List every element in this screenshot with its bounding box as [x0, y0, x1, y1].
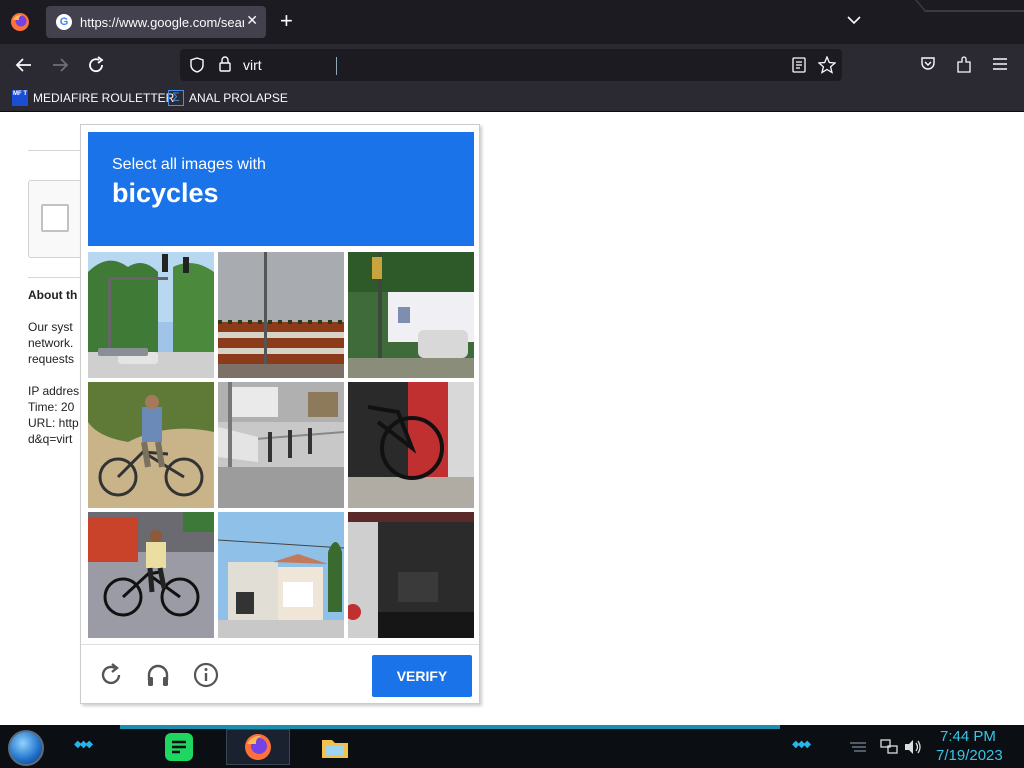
image-tile-traffic-light-car[interactable] — [348, 252, 474, 378]
tab-strip: G https://www.google.com/search?q=virt ✕… — [0, 0, 1024, 44]
image-tile-person-bicycle[interactable] — [88, 382, 214, 508]
menu-icon[interactable] — [992, 57, 1008, 71]
garage-image — [348, 512, 474, 638]
notes-app-icon[interactable] — [164, 732, 194, 762]
tab-title: https://www.google.com/search?q=virt — [80, 14, 244, 30]
taskbar-accent — [120, 725, 780, 729]
network-icon[interactable] — [880, 739, 898, 755]
extensions-icon[interactable] — [956, 56, 972, 74]
info-line: Time: 20 — [28, 400, 75, 414]
traffic-light-car-image — [348, 252, 474, 378]
info-line: IP addres — [28, 384, 80, 398]
info-line: network. — [28, 336, 74, 350]
bookmark-star-icon[interactable] — [818, 56, 836, 74]
back-button[interactable] — [11, 52, 37, 78]
image-grid — [88, 252, 474, 638]
image-tile-garage[interactable] — [348, 512, 474, 638]
headphones-icon[interactable] — [145, 662, 171, 688]
chevrons-decoration: ◆◆◆ — [792, 739, 811, 750]
person-bicycle-street-image — [88, 512, 214, 638]
image-tile-sidewalk[interactable] — [218, 382, 344, 508]
building-pole-image — [218, 252, 344, 378]
chevrons-decoration: ◆◆◆ — [74, 739, 93, 750]
image-tile-houses[interactable] — [218, 512, 344, 638]
reader-view-icon[interactable] — [792, 57, 806, 73]
bookmark-second[interactable]: Σ ANAL PROLAPSE — [168, 90, 288, 106]
google-favicon-icon: G — [56, 14, 72, 30]
reload-icon[interactable] — [98, 662, 124, 688]
recaptcha-challenge-dialog: Select all images with bicycles VERIFY — [80, 124, 480, 704]
info-line: Our syst — [28, 320, 73, 334]
pocket-icon[interactable] — [920, 56, 936, 72]
image-tile-building-pole[interactable] — [218, 252, 344, 378]
bookmarks-toolbar: MF T MEDIAFIRE ROULETTER Σ ANAL PROLAPSE — [0, 86, 1024, 112]
info-line: requests — [28, 352, 75, 366]
text-cursor — [336, 57, 337, 75]
volume-icon[interactable] — [904, 739, 922, 755]
taskbar: ◆◆◆ ◆◆◆ 7:44 PM 7/19/2023 — [0, 725, 1024, 768]
chevron-down-icon[interactable] — [846, 12, 862, 28]
arrow-left-icon — [15, 58, 31, 72]
challenge-header: Select all images with bicycles — [88, 132, 474, 246]
bookmark-label: MEDIAFIRE ROULETTER — [33, 91, 175, 105]
sidewalk-image — [218, 382, 344, 508]
challenge-target: bicycles — [112, 178, 219, 208]
about-heading: About th — [28, 288, 78, 302]
firefox-taskbar-icon[interactable] — [243, 732, 273, 762]
houses-image — [218, 512, 344, 638]
image-tile-bicycle-wall[interactable] — [348, 382, 474, 508]
active-tab[interactable]: G https://www.google.com/search?q=virt ✕ — [46, 6, 266, 38]
show-desktop-icon[interactable] — [848, 739, 868, 755]
challenge-instruction: Select all images with — [112, 156, 266, 173]
info-line: URL: http — [28, 416, 79, 430]
challenge-footer: VERIFY — [81, 644, 479, 703]
navigation-toolbar: virt — [0, 44, 1024, 86]
bookmark-mediafire[interactable]: MF T MEDIAFIRE ROULETTER — [12, 90, 174, 106]
shield-icon[interactable] — [189, 57, 205, 73]
url-input[interactable]: virt — [243, 57, 262, 73]
arrow-right-icon — [53, 58, 69, 72]
reload-icon — [89, 56, 104, 73]
forward-button[interactable] — [47, 52, 73, 78]
divider — [28, 277, 88, 278]
recaptcha-checkbox[interactable] — [41, 204, 69, 232]
street-traffic-light-image — [88, 252, 214, 378]
mediafire-favicon-icon: MF T — [12, 90, 28, 106]
image-tile-street-traffic-light[interactable] — [88, 252, 214, 378]
clock-date[interactable]: 7/19/2023 — [936, 747, 1003, 764]
new-tab-button[interactable]: + — [280, 10, 293, 32]
divider — [28, 150, 88, 151]
reload-button[interactable] — [83, 52, 109, 78]
bookmark-label: ANAL PROLAPSE — [189, 91, 288, 105]
close-tab-icon[interactable]: ✕ — [246, 12, 258, 29]
bicycle-wall-image — [348, 382, 474, 508]
start-button[interactable] — [8, 730, 44, 766]
person-bicycle-image — [88, 382, 214, 508]
sigma-favicon-icon: Σ — [168, 90, 184, 106]
file-explorer-icon[interactable] — [320, 732, 350, 762]
titlebar-decoration — [914, 0, 1024, 12]
info-icon[interactable] — [193, 662, 219, 688]
info-line: d&q=virt — [28, 432, 73, 446]
address-bar[interactable]: virt — [180, 49, 842, 81]
image-tile-person-bicycle-street[interactable] — [88, 512, 214, 638]
verify-button[interactable]: VERIFY — [372, 655, 472, 697]
clock-time[interactable]: 7:44 PM — [940, 728, 996, 745]
firefox-icon[interactable] — [10, 12, 30, 32]
lock-icon[interactable] — [218, 56, 232, 72]
